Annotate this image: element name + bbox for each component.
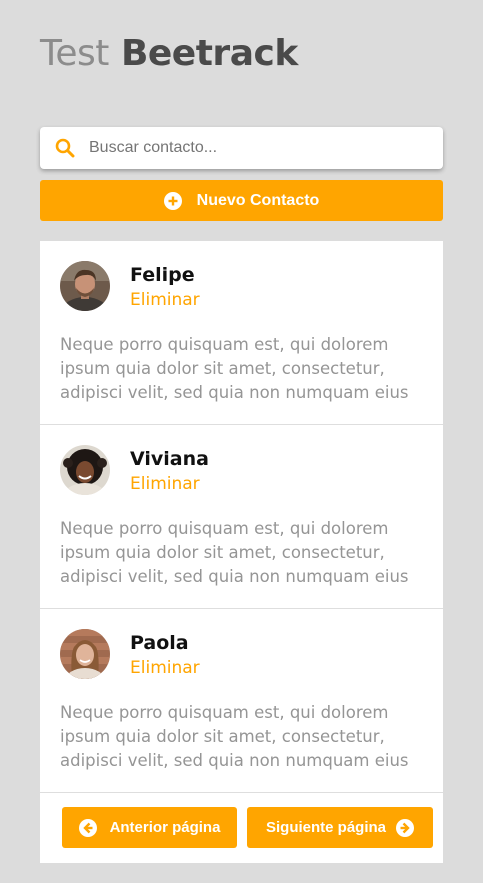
page: Test Beetrack Nuevo Contacto: [0, 0, 483, 883]
plus-circle-icon: [163, 191, 182, 210]
contact-name: Paola: [130, 632, 189, 654]
search-input[interactable]: [89, 139, 409, 157]
contact-name: Viviana: [130, 448, 209, 470]
app-title-bold: Beetrack: [120, 33, 298, 74]
contact-item: Felipe Eliminar Neque porro quisquam est…: [40, 241, 443, 425]
contact-item: Paola Eliminar Neque porro quisquam est,…: [40, 609, 443, 793]
avatar: [60, 629, 110, 679]
app-title: Test Beetrack: [40, 32, 298, 76]
avatar: [60, 261, 110, 311]
new-contact-button[interactable]: Nuevo Contacto: [40, 180, 443, 221]
contact-item: Viviana Eliminar Neque porro quisquam es…: [40, 425, 443, 609]
delete-link[interactable]: Eliminar: [130, 289, 200, 311]
delete-link[interactable]: Eliminar: [130, 473, 200, 495]
contact-description: Neque porro quisquam est, qui dolorem ip…: [60, 335, 409, 402]
next-page-button[interactable]: Siguiente página: [247, 807, 433, 848]
previous-page-button[interactable]: Anterior página: [62, 807, 237, 848]
search-box: [40, 127, 443, 169]
contact-name: Felipe: [130, 264, 195, 286]
arrow-right-circle-icon: [396, 818, 414, 837]
app-title-light: Test: [40, 33, 109, 74]
contact-list: Felipe Eliminar Neque porro quisquam est…: [40, 241, 443, 863]
previous-page-label: Anterior página: [109, 819, 221, 836]
contact-description: Neque porro quisquam est, qui dolorem ip…: [60, 519, 409, 586]
next-page-label: Siguiente página: [265, 819, 386, 836]
delete-link[interactable]: Eliminar: [130, 657, 200, 679]
contact-description: Neque porro quisquam est, qui dolorem ip…: [60, 703, 409, 770]
avatar: [60, 445, 110, 495]
pagination: Anterior página Siguiente página: [40, 792, 443, 863]
new-contact-label: Nuevo Contacto: [196, 191, 320, 209]
search-icon: [55, 138, 75, 158]
arrow-left-circle-icon: [78, 818, 97, 837]
